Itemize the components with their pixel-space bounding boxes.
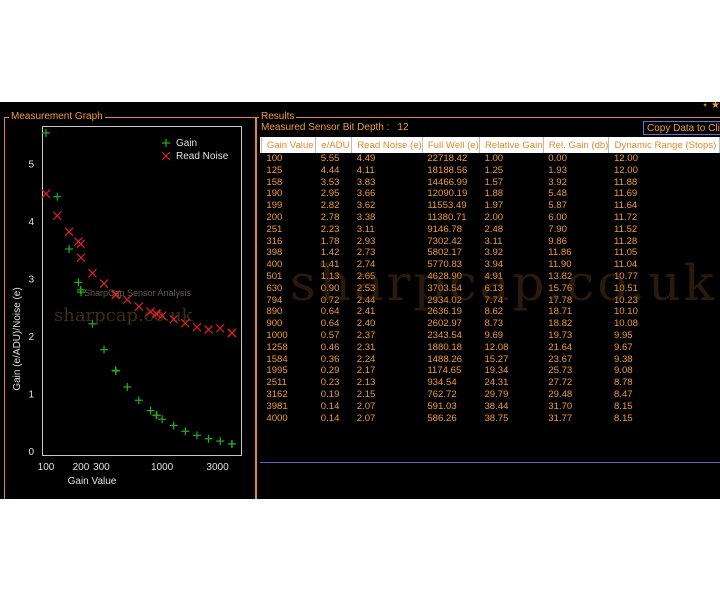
gain-point [204, 434, 213, 443]
gain-point [134, 396, 143, 405]
gain-point [158, 415, 167, 424]
read-noise-point [215, 323, 225, 333]
y-tick-label: 1 [28, 390, 34, 401]
legend-read-noise-marker [161, 151, 171, 161]
gain-point [123, 383, 132, 392]
plot-overlay-label: SharpCap Sensor Analysis [84, 288, 192, 298]
gain-point [100, 345, 109, 354]
read-noise-point [52, 211, 62, 221]
x-tick-label: 1000 [151, 462, 174, 473]
y-tick-label: 4 [28, 217, 34, 228]
x-tick-label: 3000 [206, 462, 229, 473]
legend-label: Read Noise [176, 151, 229, 162]
x-tick-label: 300 [93, 462, 110, 473]
read-noise-point [64, 227, 74, 237]
gain-point [192, 431, 201, 440]
y-tick-label: 0 [28, 447, 34, 458]
gain-point [42, 128, 50, 137]
x-axis-label: Gain Value [68, 476, 117, 487]
read-noise-point [192, 322, 202, 332]
gain-point [53, 192, 62, 201]
read-noise-point [41, 189, 51, 199]
read-noise-point [76, 239, 86, 249]
x-tick-label: 200 [73, 462, 90, 473]
gain-point [169, 421, 178, 430]
y-tick-label: 3 [28, 275, 34, 286]
gain-point [111, 366, 120, 375]
y-tick-label: 2 [28, 332, 34, 343]
gain-point [74, 278, 83, 287]
gain-point [228, 439, 237, 448]
gain-point [216, 437, 225, 446]
read-noise-point [76, 253, 86, 263]
y-axis-label: Gain (e/ADU)/Noise (e) [12, 287, 23, 390]
read-noise-point [99, 279, 109, 288]
read-noise-point [87, 268, 97, 278]
gain-point [181, 427, 190, 436]
gain-point [65, 245, 74, 254]
x-tick-label: 100 [38, 462, 55, 473]
gain-point [152, 411, 161, 420]
legend-label: Gain [176, 138, 197, 149]
measurement-chart: sharpcap.co.ukSharpCap Sensor Analysis01… [12, 128, 237, 487]
read-noise-point [227, 328, 237, 338]
y-tick-label: 5 [28, 160, 34, 171]
legend-gain-marker [162, 139, 170, 147]
plot-watermark: sharpcap.co.uk [54, 305, 194, 326]
gain-point [146, 406, 155, 415]
read-noise-point [204, 325, 213, 334]
